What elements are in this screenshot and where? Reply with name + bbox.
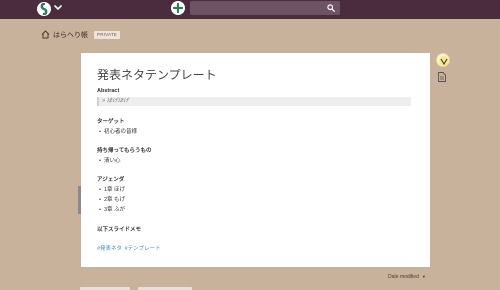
section-heading-takeaways: 持ち帰ってもらうもの [97, 148, 152, 154]
abstract-blockquote: > ほげほげ [97, 97, 411, 106]
private-badge: PRIVATE [94, 31, 120, 39]
team-switcher-avatar[interactable] [37, 2, 51, 16]
list-item: 3章 ふが [99, 205, 125, 213]
plus-icon [173, 3, 183, 13]
list-item: 2章 もげ [99, 195, 125, 203]
post-card: 発表ネタテンプレート Abstract > ほげほげ ターゲット 初心者の皆様 … [81, 53, 430, 267]
chevron-down-icon[interactable] [54, 5, 62, 11]
top-bar [0, 0, 500, 19]
section-heading-slide-notes: 以下スライドメモ [97, 227, 142, 233]
tag-link[interactable]: #発表ネタ [97, 246, 122, 252]
post-title: 発表ネタテンプレート [97, 68, 217, 82]
list-item: 清い心 [99, 156, 121, 164]
tag-list: #発表ネタ #テンプレート [97, 244, 162, 252]
document-icon[interactable] [438, 72, 446, 82]
search-box[interactable] [190, 1, 340, 15]
section-heading-abstract: Abstract [97, 88, 120, 94]
new-post-button[interactable] [171, 1, 185, 15]
team-name-link[interactable]: はらへり帳 [53, 30, 88, 40]
caret-down-icon: ▼ [421, 274, 426, 279]
sort-dropdown[interactable]: Date modified ▼ [388, 274, 426, 280]
list-item: 1章 ほげ [99, 185, 125, 193]
user-avatar-icon [439, 56, 449, 66]
home-icon[interactable] [41, 30, 50, 39]
sort-label: Date modified [388, 274, 419, 280]
team-icon [40, 3, 48, 15]
list-item: 初心者の皆様 [99, 127, 137, 135]
search-icon[interactable] [327, 4, 335, 12]
user-avatar[interactable] [436, 53, 450, 67]
tag-link[interactable]: #テンプレート [125, 246, 161, 252]
search-input[interactable] [194, 2, 322, 14]
section-heading-agenda: アジェンダ [97, 177, 125, 183]
section-heading-target: ターゲット [97, 119, 125, 125]
